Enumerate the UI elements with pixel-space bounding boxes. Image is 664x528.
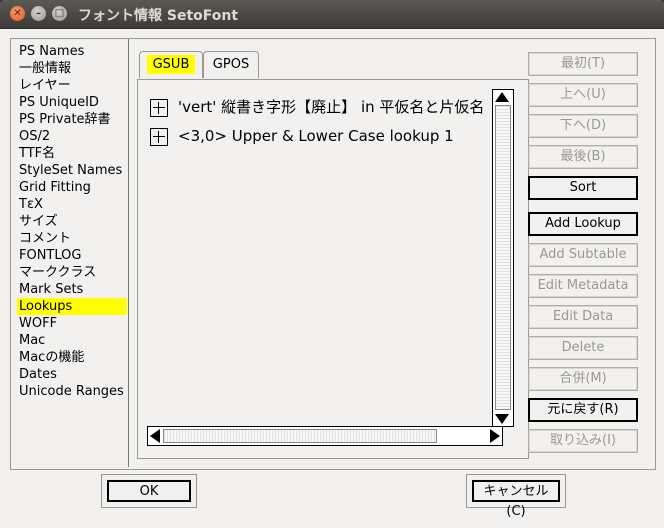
maximize-window-button[interactable]: □ xyxy=(52,6,67,21)
lookup-row[interactable]: <3,0> Upper & Lower Case lookup 1 xyxy=(150,125,454,147)
cancel-button[interactable]: キャンセル(C) xyxy=(472,480,560,519)
expand-icon[interactable] xyxy=(150,127,168,146)
add-subtable-button[interactable]: Add Subtable xyxy=(528,243,638,267)
lookup-row[interactable]: 'vert' 縦書き字形【廃止】 in 平仮名と片仮名 xyxy=(150,96,484,118)
cancel-button-frame[interactable]: キャンセル(C) xyxy=(466,474,566,519)
sidebar-item-grid-fitting[interactable]: Grid Fitting xyxy=(17,179,127,196)
sidebar-item-comment[interactable]: コメント xyxy=(17,230,127,247)
sidebar-divider xyxy=(128,39,129,467)
sidebar-item-woff[interactable]: WOFF xyxy=(17,315,127,332)
title-bar[interactable]: ✕ – □ フォント情報 SetoFont xyxy=(0,0,664,29)
tab-gsub[interactable]: GSUB xyxy=(139,51,203,78)
close-icon: ✕ xyxy=(13,8,22,19)
first-button[interactable]: 最初(T) xyxy=(528,52,638,76)
revert-button[interactable]: 元に戻す(R) xyxy=(528,398,638,422)
ok-button-frame[interactable]: OK xyxy=(101,474,197,508)
expand-icon[interactable] xyxy=(150,98,168,117)
tab-gpos[interactable]: GPOS xyxy=(203,51,259,78)
maximize-icon: □ xyxy=(54,8,65,19)
horizontal-scroll-thumb[interactable] xyxy=(163,429,437,443)
sidebar-item-size[interactable]: サイズ xyxy=(17,213,127,230)
sidebar-item-dates[interactable]: Dates xyxy=(17,366,127,383)
lookup-panel: 'vert' 縦書き字形【廃止】 in 平仮名と片仮名 <3,0> Upper … xyxy=(137,79,529,459)
last-button[interactable]: 最後(B) xyxy=(528,145,638,169)
sidebar-item-mark-classes[interactable]: マーククラス xyxy=(17,264,127,281)
sidebar-item-layers[interactable]: レイヤー xyxy=(17,77,127,94)
merge-button[interactable]: 合併(M) xyxy=(528,367,638,391)
minimize-window-button[interactable]: – xyxy=(31,6,46,21)
sort-button[interactable]: Sort xyxy=(528,176,638,200)
window-title: フォント情報 SetoFont xyxy=(78,8,239,24)
add-lookup-button[interactable]: Add Lookup xyxy=(528,212,638,236)
sidebar-item-mac[interactable]: Mac xyxy=(17,332,127,349)
sidebar-item-styleset-names[interactable]: StyleSet Names xyxy=(17,162,127,179)
sidebar-item-ps-uniqueid[interactable]: PS UniqueID xyxy=(17,94,127,111)
import-button[interactable]: 取り込み(I) xyxy=(528,429,638,453)
sidebar-item-mac-features[interactable]: Macの機能 xyxy=(17,349,127,366)
sidebar-item-fontlog[interactable]: FONTLOG xyxy=(17,247,127,264)
sidebar-item-ps-names[interactable]: PS Names xyxy=(17,43,127,60)
ok-button[interactable]: OK xyxy=(107,480,191,502)
sidebar-item-lookups[interactable]: Lookups xyxy=(17,298,127,315)
sidebar-item-general[interactable]: 一般情報 xyxy=(17,60,127,77)
sidebar-item-os2[interactable]: OS/2 xyxy=(17,128,127,145)
scroll-left-arrow-icon[interactable] xyxy=(150,429,160,443)
scroll-right-arrow-icon[interactable] xyxy=(490,429,500,443)
minimize-icon: – xyxy=(36,8,41,19)
down-button[interactable]: 下へ(D) xyxy=(528,114,638,138)
scroll-down-arrow-icon[interactable] xyxy=(495,414,509,424)
sidebar-item-tex[interactable]: TεX xyxy=(17,196,127,213)
vertical-scrollbar[interactable] xyxy=(492,89,514,427)
sidebar-item-unicode-ranges[interactable]: Unicode Ranges xyxy=(17,383,127,400)
sidebar-item-ttf-names[interactable]: TTF名 xyxy=(17,145,127,162)
delete-button[interactable]: Delete xyxy=(528,336,638,360)
scroll-up-arrow-icon[interactable] xyxy=(495,92,509,102)
horizontal-scrollbar[interactable] xyxy=(147,426,503,446)
edit-data-button[interactable]: Edit Data xyxy=(528,305,638,329)
close-window-button[interactable]: ✕ xyxy=(10,6,25,21)
lookup-label: 'vert' 縦書き字形【廃止】 in 平仮名と片仮名 xyxy=(178,98,485,116)
edit-metadata-button[interactable]: Edit Metadata xyxy=(528,274,638,298)
sidebar-item-ps-private[interactable]: PS Private辞書 xyxy=(17,111,127,128)
sidebar-item-mark-sets[interactable]: Mark Sets xyxy=(17,281,127,298)
vertical-scroll-thumb[interactable] xyxy=(495,105,511,410)
font-info-window: ✕ – □ フォント情報 SetoFont PS Names 一般情報 レイヤー… xyxy=(0,0,664,528)
lookup-label: <3,0> Upper & Lower Case lookup 1 xyxy=(178,127,454,145)
sidebar-category-list: PS Names 一般情報 レイヤー PS UniqueID PS Privat… xyxy=(17,43,127,400)
up-button[interactable]: 上へ(U) xyxy=(528,83,638,107)
tab-gsub-label: GSUB xyxy=(146,55,196,74)
